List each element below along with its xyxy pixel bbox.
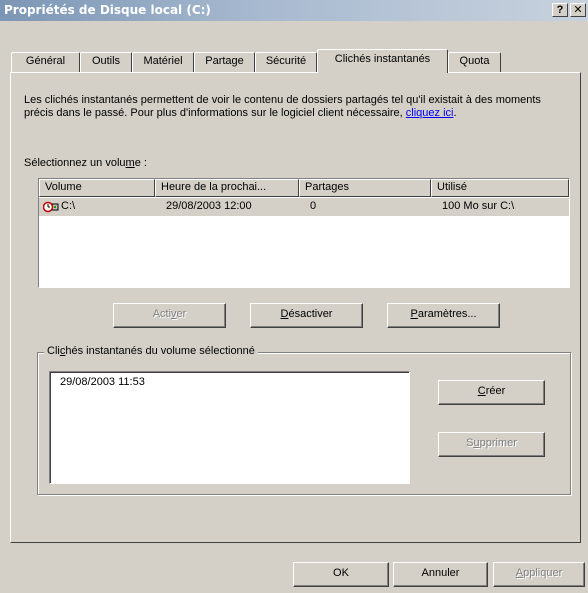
help-button[interactable]: ? (552, 3, 568, 17)
properties-dialog: Propriétés de Disque local (C:) ? ✕ Géné… (0, 0, 588, 593)
tab-general[interactable]: Général (11, 52, 80, 72)
activate-label: Acti (152, 308, 172, 320)
clock-disk-icon (43, 201, 59, 213)
snapshots-title-part: Cli (47, 345, 60, 357)
tab-quota[interactable]: Quota (448, 52, 501, 72)
select-volume-label-end: e : (134, 157, 147, 169)
create-label: réer (485, 385, 506, 397)
select-volume-label-part: Sélectionnez un volu (24, 157, 126, 169)
delete-button[interactable]: Supprimer (438, 432, 545, 457)
description-body: Les clichés instantanés permettent de vo… (24, 94, 541, 119)
column-header-next-time[interactable]: Heure de la prochai... (155, 179, 299, 197)
snapshots-listbox[interactable]: 29/08/2003 11:53 (49, 371, 410, 484)
select-volume-label-mnemonic: m (125, 157, 135, 169)
cell-used: 100 Mo sur C:\ (442, 200, 515, 212)
create-mnemonic: C (477, 385, 486, 397)
settings-button[interactable]: Paramètres... (387, 303, 500, 328)
apply-mnemonic: A (515, 567, 524, 579)
column-header-volume[interactable]: Volume (39, 179, 155, 197)
column-header-shares[interactable]: Partages (299, 179, 431, 197)
delete-label-end: pprimer (479, 437, 517, 449)
apply-button[interactable]: Appliquer (493, 562, 585, 587)
select-volume-label: Sélectionnez un volume : (24, 157, 147, 169)
tab-sharing[interactable]: Partage (194, 52, 255, 72)
apply-label: ppliquer (523, 567, 563, 579)
cell-next-time: 29/08/2003 12:00 (166, 200, 252, 212)
deactivate-button[interactable]: Désactiver (250, 303, 363, 328)
cell-volume: C:\ (61, 200, 76, 212)
snapshots-title-end: hés instantanés du volume sélectionné (65, 345, 255, 357)
snapshots-group-title: Clichés instantanés du volume sélectionn… (44, 345, 258, 357)
list-item[interactable]: 29/08/2003 11:53 (60, 376, 145, 388)
activate-button[interactable]: Activer (113, 303, 226, 328)
settings-mnemonic: P (410, 308, 418, 320)
column-header-used[interactable]: Utilisé (431, 179, 569, 197)
description-text: Les clichés instantanés permettent de vo… (24, 94, 569, 120)
activate-label-end: er (176, 308, 187, 320)
ok-button[interactable]: OK (293, 562, 389, 587)
help-link[interactable]: cliquez ici (406, 107, 454, 119)
cancel-button[interactable]: Annuler (393, 562, 488, 587)
cell-shares: 0 (310, 200, 317, 212)
tab-security[interactable]: Sécurité (255, 52, 317, 72)
deactivate-label: ésactiver (288, 308, 333, 320)
window-title: Propriétés de Disque local (C:) (4, 3, 211, 17)
table-row[interactable]: C:\ 29/08/2003 12:00 0 100 Mo sur C:\ (39, 198, 569, 216)
tab-hardware[interactable]: Matériel (132, 52, 194, 72)
close-button[interactable]: ✕ (570, 3, 586, 17)
description-end: . (453, 107, 457, 119)
tab-tools[interactable]: Outils (80, 52, 132, 72)
create-button[interactable]: Créer (438, 380, 545, 405)
volume-list[interactable]: Volume Heure de la prochai... Partages U… (38, 178, 570, 288)
settings-label: aramètres... (417, 308, 477, 320)
title-bar[interactable]: Propriétés de Disque local (C:) ? ✕ (0, 0, 588, 21)
tab-shadow-copies[interactable]: Clichés instantanés (317, 49, 448, 73)
volume-list-header: Volume Heure de la prochai... Partages U… (39, 179, 569, 197)
